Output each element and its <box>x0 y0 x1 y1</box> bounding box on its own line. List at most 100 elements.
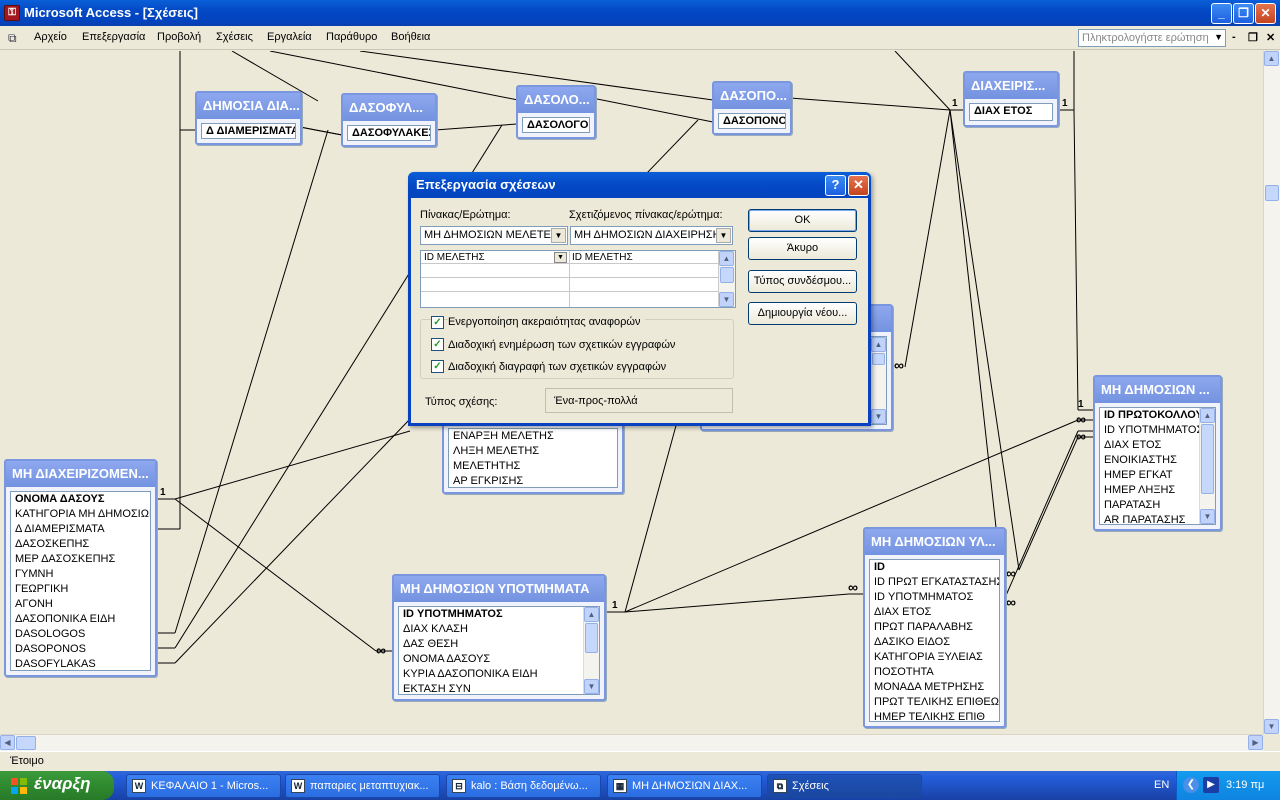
menu-file[interactable]: Αρχείο <box>34 31 67 43</box>
cascade-delete-label[interactable]: Διαδοχική διαγραφή των σχετικών εγγραφών <box>448 361 667 373</box>
menu-view[interactable]: Προβολή <box>157 31 201 43</box>
scroll-thumb[interactable] <box>872 353 885 365</box>
field-item[interactable]: ΔΙΑΧ ΚΛΑΣΗ <box>399 622 599 637</box>
mdi-minimize-button[interactable]: - <box>1232 31 1236 43</box>
close-button[interactable]: ✕ <box>1255 3 1276 24</box>
table-dasofylakes[interactable]: ΔΑΣΟΦΥΛ... ΔΑΣΟΦΥΛΑΚΕΣ <box>341 93 437 147</box>
table-diaxeiriseis[interactable]: ΔΙΑΧΕΙΡΙΣ... ΔΙΑΧ ΕΤΟΣ <box>963 71 1059 127</box>
table-scrollbar[interactable]: ▲ ▼ <box>1199 408 1215 524</box>
taskbar-item-database[interactable]: ⊟ kalo : Βάση δεδομένω... <box>446 774 601 798</box>
field-item[interactable]: ΗΜΕΡ ΕΓΚΑΤ <box>1100 468 1215 483</box>
field-item[interactable]: ΔΑΣΟΛΟΓΟΙ <box>523 118 589 132</box>
restore-button[interactable]: ❐ <box>1233 3 1254 24</box>
table-title[interactable]: ΔΑΣΟΠΟ... <box>714 83 790 109</box>
taskbar-item-relationships[interactable]: ⧉ Σχέσεις <box>767 774 922 798</box>
field-item[interactable]: ΓΕΩΡΓΙΚΗ <box>11 582 150 597</box>
minimize-button[interactable]: _ <box>1211 3 1232 24</box>
scroll-down-icon[interactable]: ▼ <box>584 679 599 694</box>
field-item[interactable]: ΔΑΣΟΦΥΛΑΚΕΣ <box>348 126 430 140</box>
field-item[interactable]: ID ΥΠΟΤΜΗΜΑΤΟΣ <box>870 590 999 605</box>
ask-question-input[interactable]: Πληκτρολογήστε ερώτηση ▼ <box>1078 29 1226 47</box>
close-icon[interactable]: ✕ <box>848 175 869 196</box>
right-field-cell[interactable]: ID ΜΕΛΕΤΗΣ <box>572 252 633 263</box>
scroll-thumb[interactable] <box>16 736 36 750</box>
table-scrollbar[interactable]: ▲ ▼ <box>870 337 886 424</box>
table-title[interactable]: ΔΑΣΟΦΥΛ... <box>343 95 435 121</box>
scroll-up-icon[interactable]: ▲ <box>1264 51 1279 66</box>
field-item[interactable]: ΚΑΤΗΓΟΡΙΑ ΜΗ ΔΗΜΟΣΙΩΝ Δ <box>11 507 150 522</box>
table-title[interactable]: ΔΙΑΧΕΙΡΙΣ... <box>965 73 1057 99</box>
table-title[interactable]: ΜΗ ΔΗΜΟΣΙΩΝ ΥΠΟΤΜΗΜΑΤΑ <box>394 576 604 602</box>
enforce-integrity-label[interactable]: Ενεργοποίηση ακεραιότητας αναφορών <box>448 316 645 328</box>
field-item[interactable]: ΔΑΣΟΣΚΕΠΗΣ <box>11 537 150 552</box>
table-dimosia-diamerismata[interactable]: ΔΗΜΟΣΙΑ ΔΙΑ... Δ ΔΙΑΜΕΡΙΣΜΑΤΑ <box>195 91 302 145</box>
scroll-up-icon[interactable]: ▲ <box>871 337 886 352</box>
scroll-thumb[interactable] <box>1201 424 1214 494</box>
left-field-cell[interactable]: ID ΜΕΛΕΤΗΣ <box>424 252 485 263</box>
scroll-thumb[interactable] <box>1265 185 1279 201</box>
field-item[interactable]: ID ΥΠΟΤΜΗΜΑΤΟΣ <box>399 607 599 622</box>
table-mh-dimosion-ypotmimata[interactable]: ΜΗ ΔΗΜΟΣΙΩΝ ΥΠΟΤΜΗΜΑΤΑ ID ΥΠΟΤΜΗΜΑΤΟΣ ΔΙ… <box>392 574 606 701</box>
create-new-button[interactable]: Δημιουργία νέου... <box>748 302 857 325</box>
field-item[interactable]: ΗΜΕΡ ΤΕΛΙΚΗΣ ΕΠΙΘ <box>870 710 999 721</box>
grid-row[interactable] <box>421 265 719 278</box>
table-query-select[interactable]: ΜΗ ΔΗΜΟΣΙΩΝ ΜΕΛΕΤΕΣ ▼ <box>420 226 568 245</box>
field-item[interactable]: ΕΝΑΡΞΗ ΜΕΛΕΤΗΣ <box>449 429 617 444</box>
field-item[interactable]: ΠΡΩΤ ΠΑΡΑΛΑΒΗΣ <box>870 620 999 635</box>
field-item[interactable]: ΔΑΣΟΠΟΝΟΙ <box>719 114 785 128</box>
field-item[interactable]: ΜΟΝΑΔΑ ΜΕΤΡΗΣΗΣ <box>870 680 999 695</box>
help-icon[interactable]: ? <box>825 175 846 196</box>
field-item[interactable]: ΑΡ ΕΓΚΡΙΣΗΣ <box>449 474 617 487</box>
join-type-button[interactable]: Τύπος συνδέσμου... <box>748 270 857 293</box>
related-table-select[interactable]: ΜΗ ΔΗΜΟΣΙΩΝ ΔΙΑΧΕΙΡΗΣΗ ▼ <box>570 226 733 245</box>
field-item[interactable]: ΚΥΡΙΑ ΔΑΣΟΠΟΝΙΚΑ ΕΙΔΗ <box>399 667 599 682</box>
field-item[interactable]: ΕΝΟΙΚΙΑΣΤΗΣ <box>1100 453 1215 468</box>
scroll-up-icon[interactable]: ▲ <box>719 251 734 266</box>
field-item[interactable]: ΗΜΕΡ ΛΗΞΗΣ <box>1100 483 1215 498</box>
field-item[interactable]: Δ ΔΙΑΜΕΡΙΣΜΑΤΑ <box>11 522 150 537</box>
taskbar-item-word-1[interactable]: W ΚΕΦΑΛΑΙΟ 1 - Micros... <box>126 774 281 798</box>
field-item[interactable]: ΔΑΣ ΘΕΣΗ <box>399 637 599 652</box>
scroll-down-icon[interactable]: ▼ <box>719 292 734 307</box>
taskbar-item-table[interactable]: ▦ ΜΗ ΔΗΜΟΣΙΩΝ ΔΙΑΧ... <box>607 774 762 798</box>
field-item[interactable]: Δ ΔΙΑΜΕΡΙΣΜΑΤΑ <box>202 124 295 138</box>
field-item[interactable]: ΔΙΑΧ ΕΤΟΣ <box>870 605 999 620</box>
grid-row[interactable]: ID ΜΕΛΕΤΗΣ ▼ ID ΜΕΛΕΤΗΣ <box>421 251 719 264</box>
scroll-right-icon[interactable]: ▶ <box>1248 735 1263 750</box>
field-item[interactable]: DASOLOGOS <box>11 627 150 642</box>
horizontal-scrollbar[interactable]: ◀ ▶ <box>0 734 1263 751</box>
cascade-update-checkbox[interactable]: ✓ <box>431 338 444 351</box>
key-icon[interactable]: ⚿ <box>4 5 20 21</box>
field-item[interactable]: ΚΑΤΗΓΟΡΙΑ ΞΥΛΕΙΑΣ <box>870 650 999 665</box>
field-item[interactable]: ΑR ΠΑΡΑΤΑΣΗΣ <box>1100 513 1215 524</box>
back-arrow-icon[interactable]: ❮ <box>1183 777 1199 793</box>
table-dasologoi[interactable]: ΔΑΣΟΛΟ... ΔΑΣΟΛΟΓΟΙ <box>516 85 596 139</box>
field-item[interactable]: ΟΝΟΜΑ ΔΑΣΟΥΣ <box>399 652 599 667</box>
grid-row[interactable] <box>421 279 719 292</box>
field-mapping-grid[interactable]: ID ΜΕΛΕΤΗΣ ▼ ID ΜΕΛΕΤΗΣ ▲ ▼ <box>420 250 736 308</box>
mdi-close-button[interactable]: ✕ <box>1266 31 1275 44</box>
menu-relationships[interactable]: Σχέσεις <box>216 31 253 43</box>
menu-edit[interactable]: Επεξεργασία <box>82 31 145 43</box>
field-item[interactable]: ID ΠΡΩΤΟΚΟΛΛΟΥ <box>1100 408 1215 423</box>
grid-row[interactable] <box>421 293 719 306</box>
field-item[interactable]: DASOPONOS <box>11 642 150 657</box>
field-item[interactable]: ΠΡΩΤ ΤΕΛΙΚΗΣ ΕΠΙΘΕΩΡΗΣ <box>870 695 999 710</box>
table-mh-dimosion-misthoseis[interactable]: ΜΗ ΔΗΜΟΣΙΩΝ ... ID ΠΡΩΤΟΚΟΛΛΟΥ ID ΥΠΟΤΜΗ… <box>1093 375 1222 531</box>
scroll-down-icon[interactable]: ▼ <box>1200 509 1215 524</box>
field-item[interactable]: DASOFYLAKAS <box>11 657 150 670</box>
field-item[interactable]: ΛΗΞΗ ΜΕΛΕΤΗΣ <box>449 444 617 459</box>
table-title[interactable]: ΔΑΣΟΛΟ... <box>518 87 594 113</box>
cascade-update-label[interactable]: Διαδοχική ενημέρωση των σχετικών εγγραφώ… <box>448 339 676 351</box>
dialog-title[interactable]: Επεξεργασία σχέσεων <box>408 172 871 198</box>
vertical-scrollbar[interactable]: ▲ ▼ <box>1263 51 1280 734</box>
field-item[interactable]: ΜΕΛΕΤΗΤΗΣ <box>449 459 617 474</box>
chevron-down-icon[interactable]: ▼ <box>551 228 566 243</box>
scroll-up-icon[interactable]: ▲ <box>1200 408 1215 423</box>
cascade-delete-checkbox[interactable]: ✓ <box>431 360 444 373</box>
ok-button[interactable]: ΟΚ <box>748 209 857 232</box>
chevron-down-icon[interactable]: ▼ <box>716 228 731 243</box>
field-item[interactable]: ΠΟΣΟΤΗΤΑ <box>870 665 999 680</box>
clock[interactable]: 3:19 πμ <box>1226 779 1264 791</box>
table-title[interactable]: ΜΗ ΔΙΑΧΕΙΡΙΖΟΜΕΝ... <box>6 461 155 487</box>
